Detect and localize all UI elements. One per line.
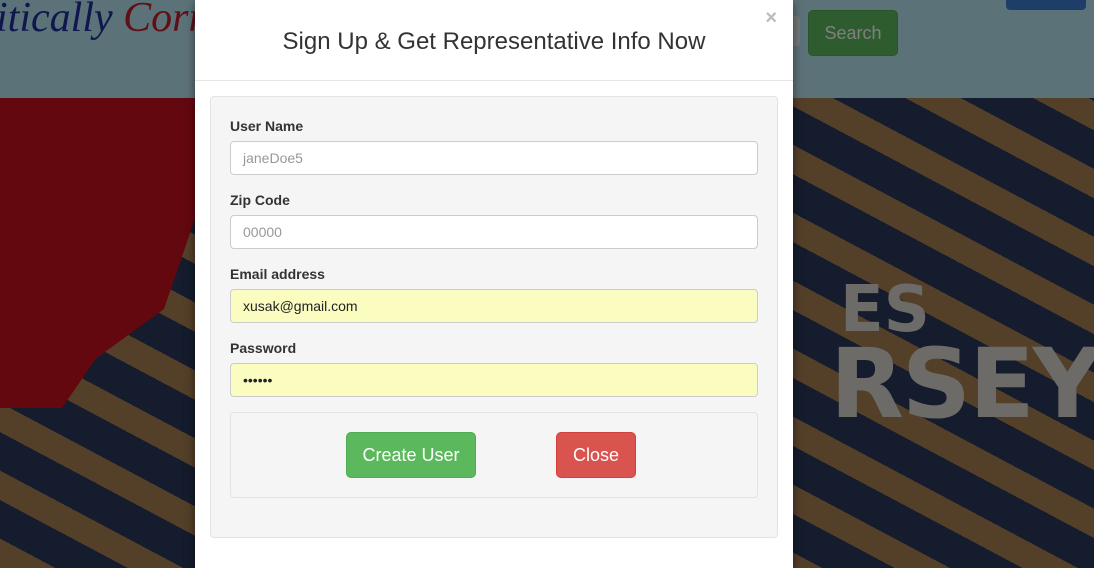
zip-code-label: Zip Code [230,192,290,208]
close-button[interactable]: Close [556,432,636,478]
modal-title: Sign Up & Get Representative Info Now [282,28,706,55]
zip-code-field[interactable]: 00000 [230,215,758,249]
close-icon[interactable]: × [765,8,777,28]
button-group: Create User Close [230,412,758,498]
signup-form: User Name janeDoe5 Zip Code 00000 Email … [210,96,778,538]
username-field[interactable]: janeDoe5 [230,141,758,175]
email-field[interactable]: xusak@gmail.com [230,289,758,323]
password-label: Password [230,340,297,356]
modal-header: Sign Up & Get Representative Info Now × [195,0,793,81]
email-label: Email address [230,266,325,282]
create-user-button[interactable]: Create User [346,432,476,478]
username-label: User Name [230,118,304,134]
password-field[interactable]: •••••• [230,363,758,397]
signup-modal: Sign Up & Get Representative Info Now × … [195,0,793,568]
